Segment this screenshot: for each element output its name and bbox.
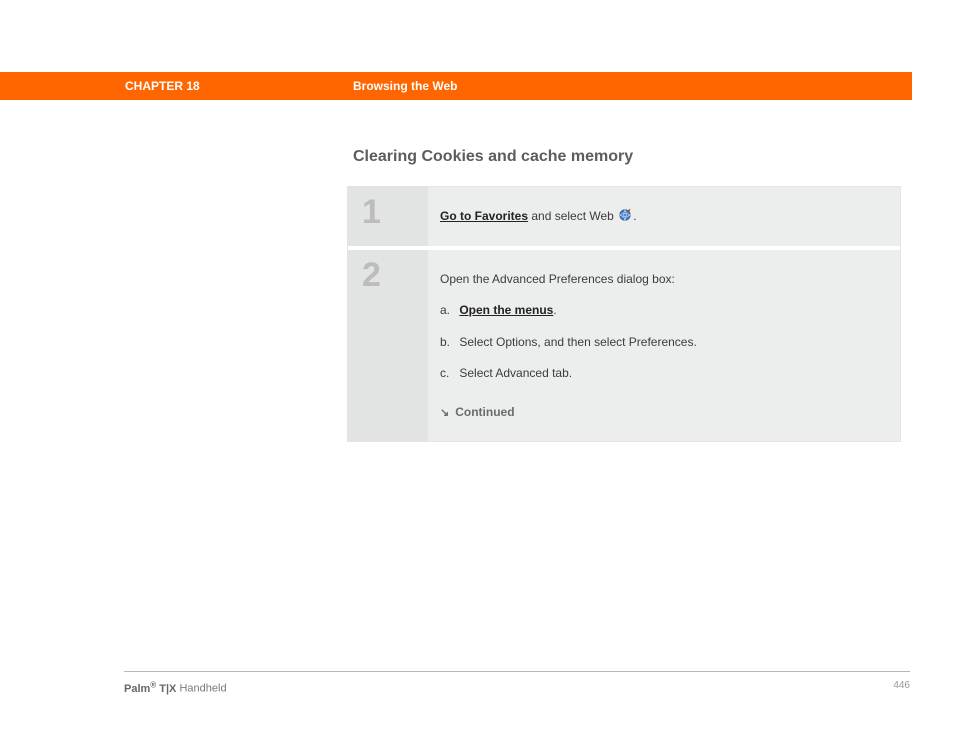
step-intro: Open the Advanced Preferences dialog box…: [440, 270, 882, 289]
substep: c. Select Advanced tab.: [440, 364, 882, 383]
substep-letter: c.: [440, 364, 456, 383]
chapter-label: CHAPTER 18: [125, 79, 200, 93]
footer-rule: [124, 671, 910, 672]
substep-tail: .: [553, 303, 556, 317]
step-row: 1 Go to Favorites and select Web .: [348, 187, 900, 250]
step-row: 2 Open the Advanced Preferences dialog b…: [348, 250, 900, 440]
step-number: 2: [362, 258, 414, 292]
brand-model: T|X: [156, 683, 176, 695]
continued-label: Continued: [455, 405, 514, 419]
chapter-header: CHAPTER 18 Browsing the Web: [0, 72, 912, 100]
section-heading: Clearing Cookies and cache memory: [353, 148, 633, 166]
open-the-menus-link[interactable]: Open the menus: [459, 303, 553, 317]
substep: a. Open the menus.: [440, 301, 882, 320]
substep-letter: a.: [440, 301, 456, 320]
continued-indicator: ↘ Continued: [440, 403, 882, 423]
substep-text: Select Options, and then select Preferen…: [459, 335, 696, 349]
step-text-tail: .: [633, 209, 636, 223]
step-number-cell: 2: [348, 250, 428, 440]
web-icon: [618, 208, 632, 222]
footer-brand: Palm® T|X Handheld: [124, 680, 227, 695]
substep-text: Select Advanced tab.: [459, 366, 572, 380]
go-to-favorites-link[interactable]: Go to Favorites: [440, 209, 528, 223]
step-number-cell: 1: [348, 187, 428, 246]
substep: b. Select Options, and then select Prefe…: [440, 333, 882, 352]
continued-arrow-icon: ↘: [440, 405, 449, 423]
step-text: and select Web: [528, 209, 617, 223]
step-number: 1: [362, 195, 414, 229]
page-number: 446: [893, 680, 910, 691]
steps-container: 1 Go to Favorites and select Web . 2 Ope…: [347, 186, 901, 442]
brand-suffix: Handheld: [176, 683, 226, 695]
step-body: Go to Favorites and select Web .: [428, 187, 900, 246]
chapter-title: Browsing the Web: [353, 79, 457, 93]
step-body: Open the Advanced Preferences dialog box…: [428, 250, 900, 440]
substep-letter: b.: [440, 333, 456, 352]
brand-name: Palm: [124, 683, 150, 695]
